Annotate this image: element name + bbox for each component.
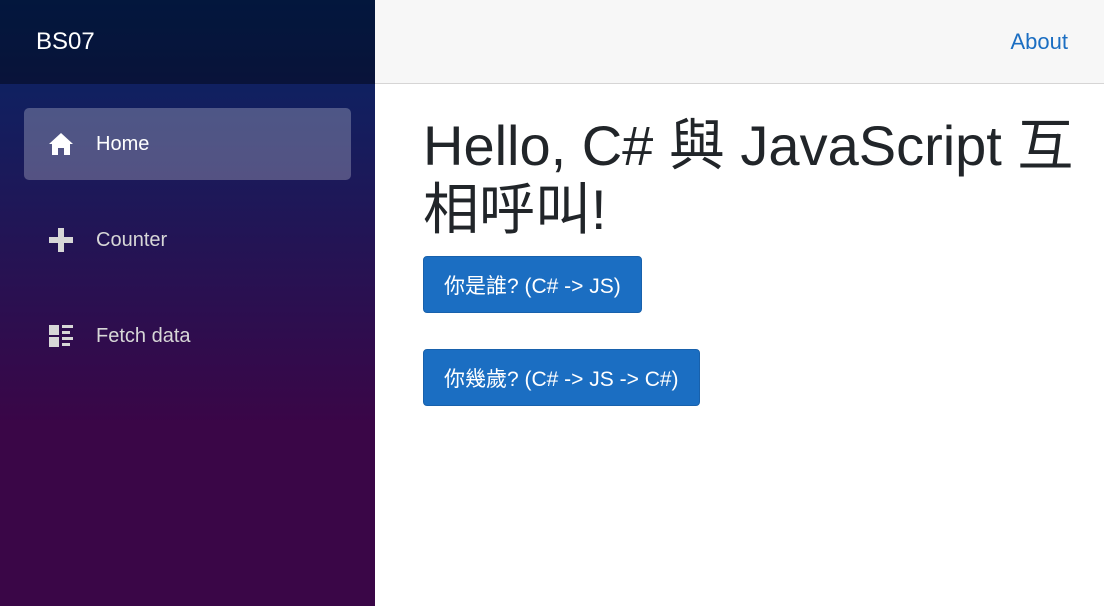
plus-icon bbox=[48, 227, 74, 253]
sidebar-item-home[interactable]: Home bbox=[24, 108, 351, 180]
button-row-who: 你是誰? (C# -> JS) bbox=[423, 256, 1074, 313]
how-old-button[interactable]: 你幾歲? (C# -> JS -> C#) bbox=[423, 349, 700, 406]
page-title: Hello, C# 與 JavaScript 互相呼叫! bbox=[423, 114, 1074, 241]
sidebar-item-label: Fetch data bbox=[96, 324, 191, 347]
button-row-age: 你幾歲? (C# -> JS -> C#) bbox=[423, 349, 1074, 406]
about-link[interactable]: About bbox=[1011, 29, 1069, 55]
sidebar: BS07 Home Counter Fetch data bbox=[0, 0, 375, 606]
sidebar-item-counter[interactable]: Counter bbox=[24, 204, 351, 276]
sidebar-item-fetch-data[interactable]: Fetch data bbox=[24, 300, 351, 372]
brand-bar: BS07 bbox=[0, 0, 375, 84]
home-icon bbox=[48, 131, 74, 157]
brand-link[interactable]: BS07 bbox=[36, 28, 95, 56]
main-area: About Hello, C# 與 JavaScript 互相呼叫! 你是誰? … bbox=[375, 0, 1104, 606]
top-row: About bbox=[375, 0, 1104, 84]
who-are-you-button[interactable]: 你是誰? (C# -> JS) bbox=[423, 256, 642, 313]
sidebar-item-label: Counter bbox=[96, 228, 168, 251]
sidebar-item-label: Home bbox=[96, 132, 150, 155]
app-root: BS07 Home Counter Fetch data About Hello… bbox=[0, 0, 1104, 606]
sidebar-nav: Home Counter Fetch data bbox=[0, 84, 375, 372]
content: Hello, C# 與 JavaScript 互相呼叫! 你是誰? (C# ->… bbox=[375, 84, 1104, 406]
list-rich-icon bbox=[48, 323, 74, 349]
